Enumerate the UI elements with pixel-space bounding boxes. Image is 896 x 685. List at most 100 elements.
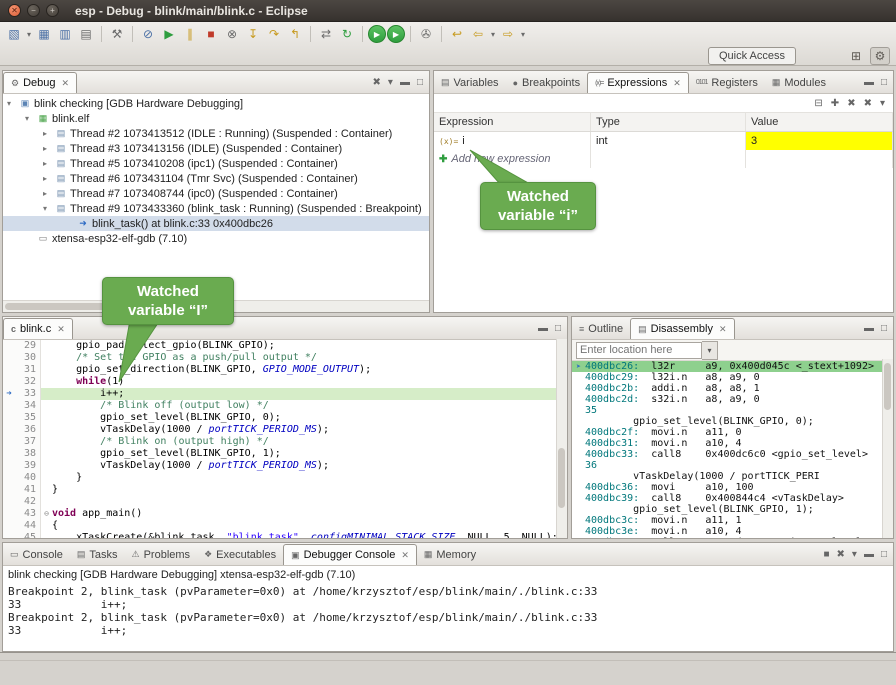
maximize-icon[interactable]: □ (555, 323, 561, 334)
code-line[interactable]: 45 xTaskCreate(&blink_task, "blink_task"… (3, 532, 557, 539)
maximize-icon[interactable]: □ (881, 323, 887, 334)
line-number[interactable]: 32 (15, 376, 41, 388)
fold-icon[interactable] (41, 532, 52, 539)
open-perspective-icon[interactable]: ⊞ (846, 47, 866, 65)
expander-icon[interactable]: ▸ (43, 144, 54, 153)
tab-executables[interactable]: ❖ Executables (197, 544, 283, 565)
line-number[interactable]: 45 (15, 532, 41, 539)
disconnect-icon[interactable]: ⊗ (222, 24, 242, 44)
instruction-pointer-icon[interactable]: ➜ (3, 388, 15, 400)
disassembly-row[interactable]: 400dbc39: call8 0x400844c4 <vTaskDelay> (572, 493, 883, 504)
expander-icon[interactable]: ▾ (7, 99, 18, 108)
disassembly-row[interactable]: gpio_set_level(BLINK_GPIO, 0); (572, 416, 883, 427)
instruction-pointer-icon[interactable] (3, 340, 15, 352)
tab-outline[interactable]: ≡ Outline (572, 318, 630, 339)
tab-breakpoints[interactable]: ● Breakpoints (506, 72, 588, 93)
disassembly-row[interactable]: 400dbc36: movi a10, 100 (572, 482, 883, 493)
instruction-pointer-icon[interactable] (3, 532, 15, 539)
tab-variables[interactable]: ▤ Variables (434, 72, 506, 93)
line-number[interactable]: 40 (15, 472, 41, 484)
tab-modules[interactable]: ▦ Modules (765, 72, 833, 93)
code-line[interactable]: 43 ⊖ void app_main() (3, 508, 557, 520)
line-number[interactable]: 36 (15, 424, 41, 436)
expression-row[interactable]: (x)= i int 3 (434, 132, 893, 150)
fold-icon[interactable] (41, 412, 52, 424)
collapse-all-icon[interactable]: ⊟ (814, 98, 822, 109)
window-close-icon[interactable]: ✕ (8, 4, 21, 17)
step-over-icon[interactable]: ↷ (264, 24, 284, 44)
new-wizard-icon[interactable]: ▧ (4, 24, 24, 44)
code-line[interactable]: ➜ 33 i++; (3, 388, 557, 400)
debug-tree-row[interactable]: ▾ ▣ blink checking [GDB Hardware Debuggi… (3, 96, 429, 111)
minimize-icon[interactable]: ▬ (864, 323, 874, 334)
scrollbar-thumb[interactable] (884, 363, 891, 410)
fold-icon[interactable] (41, 460, 52, 472)
quick-access-button[interactable]: Quick Access (708, 47, 796, 65)
minimize-icon[interactable]: ▬ (538, 323, 548, 334)
toolbar-separator[interactable] (310, 26, 311, 42)
line-number[interactable]: 39 (15, 460, 41, 472)
code-line[interactable]: 40 } (3, 472, 557, 484)
expander-icon[interactable]: ▸ (43, 129, 54, 138)
tab-debug[interactable]: ⚙ Debug ✕ (3, 72, 77, 93)
tab-console[interactable]: ▭ Console (3, 544, 70, 565)
code-line[interactable]: 32 while(1) (3, 376, 557, 388)
instruction-pointer-icon[interactable] (3, 472, 15, 484)
disassembly-row[interactable]: 400dbc40: call8 0x400dc6c0 <gpio_set_lev… (572, 537, 883, 539)
instruction-pointer-icon[interactable] (3, 436, 15, 448)
search-icon[interactable]: ✇ (416, 24, 436, 44)
toolbar-separator[interactable] (410, 26, 411, 42)
fold-icon[interactable] (41, 472, 52, 484)
expander-icon[interactable]: ▾ (25, 114, 36, 123)
disassembly-row[interactable]: 400dbc3c: movi.n a11, 1 (572, 515, 883, 526)
skip-breakpoints-icon[interactable]: ⊘ (138, 24, 158, 44)
save-icon[interactable]: ▦ (34, 24, 54, 44)
remove-all-terminated-icon[interactable]: ✖ (373, 77, 381, 88)
print-icon[interactable]: ▤ (76, 24, 96, 44)
debug-perspective-icon[interactable]: ⚙ (870, 47, 890, 65)
tab-memory[interactable]: ▦ Memory (417, 544, 483, 565)
scrollbar-thumb[interactable] (558, 448, 565, 508)
tab-blink-c[interactable]: c blink.c ✕ (3, 318, 73, 339)
disassembly-row[interactable]: 400dbc33: call8 0x400dc6c0 <gpio_set_lev… (572, 449, 883, 460)
back-icon[interactable]: ⇦ (468, 24, 488, 44)
tab-disassembly[interactable]: ▤ Disassembly ✕ (630, 318, 734, 339)
location-dropdown-icon[interactable]: ▾ (702, 341, 718, 360)
expander-icon[interactable]: ▾ (43, 204, 54, 213)
restart-icon[interactable]: ↻ (337, 24, 357, 44)
forward-dropdown-icon[interactable]: ▾ (519, 24, 527, 44)
tab-close-icon[interactable]: ✕ (401, 550, 409, 561)
code-line[interactable]: 30 /* Set the GPIO as a push/pull output… (3, 352, 557, 364)
fold-icon[interactable] (41, 364, 52, 376)
code-line[interactable]: 29 gpio_pad_select_gpio(BLINK_GPIO); (3, 340, 557, 352)
debug-tree-row[interactable]: ▸ ▤ Thread #5 1073410208 (ipc1) (Suspend… (3, 156, 429, 171)
code-line[interactable]: 31 gpio_set_direction(BLINK_GPIO, GPIO_M… (3, 364, 557, 376)
line-number[interactable]: 30 (15, 352, 41, 364)
code-line[interactable]: 44 { (3, 520, 557, 532)
instruction-pointer-icon[interactable] (3, 508, 15, 520)
window-minimize-icon[interactable]: − (27, 4, 40, 17)
line-number[interactable]: 29 (15, 340, 41, 352)
fold-icon[interactable] (41, 484, 52, 496)
instruction-pointer-icon[interactable] (3, 412, 15, 424)
expander-icon[interactable]: ▸ (43, 174, 54, 183)
debug-tree-row[interactable]: ▾ ▦ blink.elf (3, 111, 429, 126)
column-header[interactable]: Expression (434, 113, 591, 131)
disassembly-row[interactable]: gpio_set_level(BLINK_GPIO, 1); (572, 504, 883, 515)
code-line[interactable]: 42 (3, 496, 557, 508)
fold-icon[interactable] (41, 424, 52, 436)
window-maximize-icon[interactable]: + (46, 4, 59, 17)
tab-close-icon[interactable]: ✕ (62, 78, 70, 89)
line-number[interactable]: 33 (15, 388, 41, 400)
fold-icon[interactable] (41, 448, 52, 460)
terminate-icon[interactable]: ■ (201, 24, 221, 44)
debug-tree-row[interactable]: ▸ ▤ Thread #6 1073431104 (Tmr Svc) (Susp… (3, 171, 429, 186)
step-return-icon[interactable]: ↰ (285, 24, 305, 44)
external-tools-icon[interactable]: ▶ (387, 25, 405, 43)
maximize-icon[interactable]: □ (417, 77, 423, 88)
tab-close-icon[interactable]: ✕ (57, 324, 65, 335)
line-number[interactable]: 31 (15, 364, 41, 376)
minimize-icon[interactable]: ▬ (864, 77, 874, 88)
column-header[interactable]: Value (746, 113, 893, 131)
instruction-pointer-icon[interactable] (3, 352, 15, 364)
